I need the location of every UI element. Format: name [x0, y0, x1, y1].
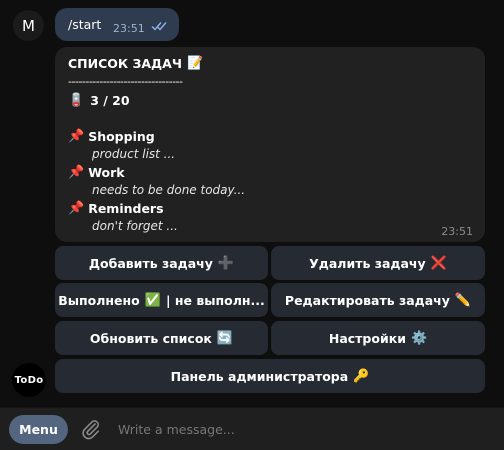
gear-icon: ⚙️	[410, 330, 428, 346]
toggle-done-label: Выполнено	[58, 292, 140, 308]
pencil-icon: ✏️	[454, 292, 472, 308]
bot-avatar-text: ToDo	[14, 374, 44, 386]
user-message-time: 23:51	[113, 22, 145, 35]
task-item: 📌 Reminders don't forget ...	[68, 201, 178, 233]
check-mark-icon: ✅	[144, 292, 161, 308]
task-description: needs to be done today...	[92, 183, 246, 197]
user-message-text: /start	[68, 17, 102, 32]
task-name: Reminders	[88, 201, 164, 216]
double-check-icon	[151, 22, 167, 31]
key-icon: 🔑	[353, 368, 370, 384]
pushpin-icon: 📌	[68, 165, 85, 180]
task-name: Shopping	[88, 129, 155, 144]
paperclip-icon[interactable]	[80, 418, 102, 440]
user-avatar-letter: M	[22, 16, 35, 35]
pushpin-icon: 📌	[68, 129, 85, 144]
task-counter-value: 3 / 20	[90, 93, 130, 108]
battery-icon: 🪫	[68, 93, 85, 108]
admin-panel-button[interactable]: Панель администратора 🔑	[55, 359, 485, 393]
edit-task-button[interactable]: Редактировать задачу ✏️	[271, 283, 485, 317]
title-divider: ---------------------------------	[68, 75, 183, 88]
toggle-done-button[interactable]: Выполнено ✅ | не выполн...	[55, 283, 268, 317]
bot-avatar[interactable]: ToDo	[12, 363, 46, 397]
task-item: 📌 Shopping product list ...	[68, 129, 175, 161]
pushpin-icon: 📌	[68, 201, 85, 216]
bot-message-time: 23:51	[441, 225, 473, 238]
message-composer: Menu	[0, 407, 504, 450]
bot-message-bubble: СПИСОК ЗАДАЧ 📝 -------------------------…	[55, 47, 485, 242]
plus-icon: ➕	[217, 255, 235, 271]
task-description: don't forget ...	[92, 219, 178, 233]
refresh-list-button[interactable]: Обновить список 🔄	[55, 321, 268, 355]
task-list-title: СПИСОК ЗАДАЧ 📝	[68, 56, 203, 71]
cross-mark-icon: ❌	[430, 255, 447, 271]
task-description: product list ...	[92, 147, 176, 161]
refresh-list-label: Обновить список	[89, 330, 212, 346]
refresh-icon: 🔄	[216, 330, 234, 346]
settings-label: Настройки	[328, 330, 406, 346]
task-name: Work	[88, 165, 125, 180]
task-counter: 🪫 3 / 20	[68, 93, 130, 108]
edit-task-label: Редактировать задачу	[284, 292, 450, 308]
settings-button[interactable]: Настройки ⚙️	[271, 321, 485, 355]
menu-button-label: Menu	[19, 422, 58, 437]
menu-button[interactable]: Menu	[9, 415, 68, 444]
message-input[interactable]	[118, 418, 488, 440]
memo-icon: 📝	[186, 56, 204, 71]
add-task-button[interactable]: Добавить задачу ➕	[55, 246, 268, 280]
delete-task-label: Удалить задачу	[309, 255, 426, 271]
user-avatar[interactable]: M	[13, 10, 44, 41]
chat-area: M /start 23:51 СПИСОК ЗАДАЧ 📝 ----------…	[0, 0, 504, 407]
task-item: 📌 Work needs to be done today...	[68, 165, 245, 197]
task-list-title-text: СПИСОК ЗАДАЧ	[68, 56, 182, 71]
toggle-done-label-rest: | не выполн...	[165, 292, 265, 308]
admin-panel-label: Панель администратора	[170, 368, 349, 384]
user-message-bubble: /start 23:51	[55, 8, 179, 41]
delete-task-button[interactable]: Удалить задачу ❌	[271, 246, 485, 280]
add-task-label: Добавить задачу	[88, 255, 213, 271]
